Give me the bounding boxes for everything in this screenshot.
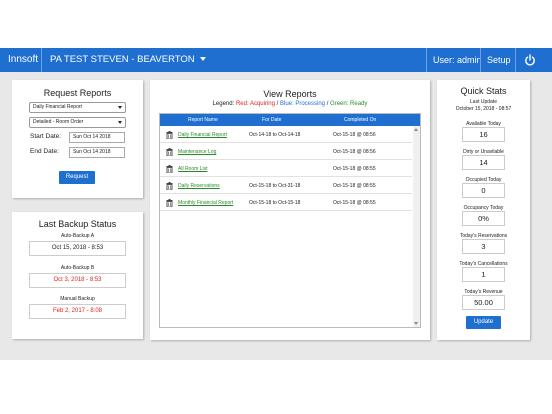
stat-value: 16 — [462, 127, 505, 142]
report-select-value: Daily Financial Report — [33, 104, 82, 110]
backup-value: Oct 3, 2018 - 8:53 — [29, 273, 126, 288]
backup-label: Auto-Backup B — [60, 265, 95, 271]
completed-on: Oct-15-18 @ 08:56 — [333, 132, 376, 138]
divider — [480, 48, 481, 72]
table-header: Report Name For Date Completed On — [160, 114, 420, 126]
order-select[interactable]: Detailed - Room Order — [29, 117, 126, 128]
property-selector[interactable]: PA TEST STEVEN - BEAVERTON — [50, 48, 206, 72]
start-date-input[interactable]: Sun Oct 14 2018 — [69, 132, 125, 143]
property-name: PA TEST STEVEN - BEAVERTON — [50, 54, 195, 65]
table-row: Maintenance Log Oct-15-18 @ 08:56 — [160, 144, 412, 160]
stat-value: 50.00 — [462, 295, 505, 310]
start-date-label: Start Date: — [30, 133, 62, 140]
chevron-down-icon — [118, 121, 122, 124]
divider — [515, 48, 516, 72]
table-row: Daily Reservations Oct-15-18 to Oct-31-1… — [160, 178, 412, 194]
end-date-label: End Date: — [30, 148, 59, 155]
chevron-down-icon — [118, 106, 122, 109]
table-row: Daily Financial Report Oct-14-18 to Oct-… — [160, 127, 412, 143]
panel-title: Quick Stats — [460, 86, 507, 96]
legend-prefix: Legend: — [212, 101, 236, 107]
stat-value: 0 — [462, 183, 505, 198]
stat-value: 14 — [462, 155, 505, 170]
request-button[interactable]: Request — [59, 171, 95, 184]
legend-ready: Green: Ready — [330, 101, 368, 107]
panel-title: View Reports — [263, 89, 317, 99]
setup-button[interactable]: Setup — [487, 48, 511, 72]
report-select[interactable]: Daily Financial Report — [29, 102, 126, 113]
backup-label: Auto-Backup A — [60, 233, 95, 239]
stat-value: 1 — [462, 267, 505, 282]
column-header: Report Name — [188, 117, 218, 123]
completed-on: Oct-15-18 @ 08:56 — [333, 149, 376, 155]
completed-on: Oct-15-18 @ 08:55 — [333, 183, 376, 189]
legend-acquiring: Red: Acquiring — [235, 101, 275, 107]
report-link[interactable]: Maintenance Log — [178, 144, 216, 160]
report-link[interactable]: Daily Financial Report — [178, 127, 227, 143]
backup-label: Manual Backup — [60, 296, 95, 302]
trash-icon[interactable] — [166, 182, 173, 190]
order-select-value: Detailed - Room Order — [33, 119, 84, 125]
trash-icon[interactable] — [166, 199, 173, 207]
chevron-down-icon — [199, 57, 206, 62]
column-header: For Date — [262, 117, 282, 123]
for-date: Oct-15-18 to Oct-31-18 — [249, 183, 301, 189]
reports-table: Report Name For Date Completed On Daily … — [159, 113, 421, 328]
chevron-up-icon[interactable] — [414, 128, 418, 131]
stat-value: 3 — [462, 239, 505, 254]
divider — [41, 48, 42, 72]
backup-value: Oct 15, 2018 - 8:53 — [29, 241, 126, 256]
update-button[interactable]: Update — [466, 316, 501, 329]
for-date: Oct-15-18 to Oct-15-18 — [249, 200, 301, 206]
top-bar: Innsoft PA TEST STEVEN - BEAVERTON User:… — [0, 48, 552, 72]
report-link[interactable]: All Room List — [178, 161, 207, 177]
trash-icon[interactable] — [166, 148, 173, 156]
backup-status-panel: Last Backup Status Auto-Backup A Oct 15,… — [12, 212, 143, 339]
trash-icon[interactable] — [166, 165, 173, 173]
user-menu[interactable]: User: admin — [433, 48, 482, 72]
divider — [426, 48, 427, 72]
view-reports-panel: View Reports Legend: Red: Acquiring / Bl… — [150, 80, 430, 340]
end-date-input[interactable]: Sun Oct 14 2018 — [69, 147, 125, 158]
completed-on: Oct-15-18 @ 08:55 — [333, 166, 376, 172]
stat-value: 0% — [462, 211, 505, 226]
last-update-label: Last Update — [470, 99, 497, 105]
table-scrollbar[interactable] — [413, 126, 420, 327]
panel-title: Last Backup Status — [38, 219, 117, 229]
backup-value: Feb 2, 2017 - 8:08 — [29, 304, 126, 319]
column-header: Completed On — [344, 117, 377, 123]
report-link[interactable]: Daily Reservations — [178, 178, 220, 194]
legend-processing: Blue: Processing — [280, 101, 326, 107]
for-date: Oct-14-18 to Oct-14-18 — [249, 132, 301, 138]
chevron-down-icon[interactable] — [414, 322, 418, 325]
quick-stats-panel: Quick Stats Last Update October 15, 2018… — [437, 80, 530, 340]
brand-logo[interactable]: Innsoft — [8, 48, 38, 72]
status-legend: Legend: Red: Acquiring / Blue: Processin… — [212, 101, 368, 107]
table-row: All Room List Oct-15-18 @ 08:55 — [160, 161, 412, 177]
power-icon[interactable] — [524, 54, 536, 66]
request-reports-panel: Request Reports Daily Financial Report D… — [12, 80, 143, 198]
trash-icon[interactable] — [166, 131, 173, 139]
completed-on: Oct-15-18 @ 08:55 — [333, 200, 376, 206]
table-row: Monthly Financial Report Oct-15-18 to Oc… — [160, 195, 412, 211]
panel-title: Request Reports — [43, 88, 112, 98]
report-link[interactable]: Monthly Financial Report — [178, 195, 233, 211]
last-update-value: October 15, 2018 - 08:57 — [455, 106, 512, 112]
